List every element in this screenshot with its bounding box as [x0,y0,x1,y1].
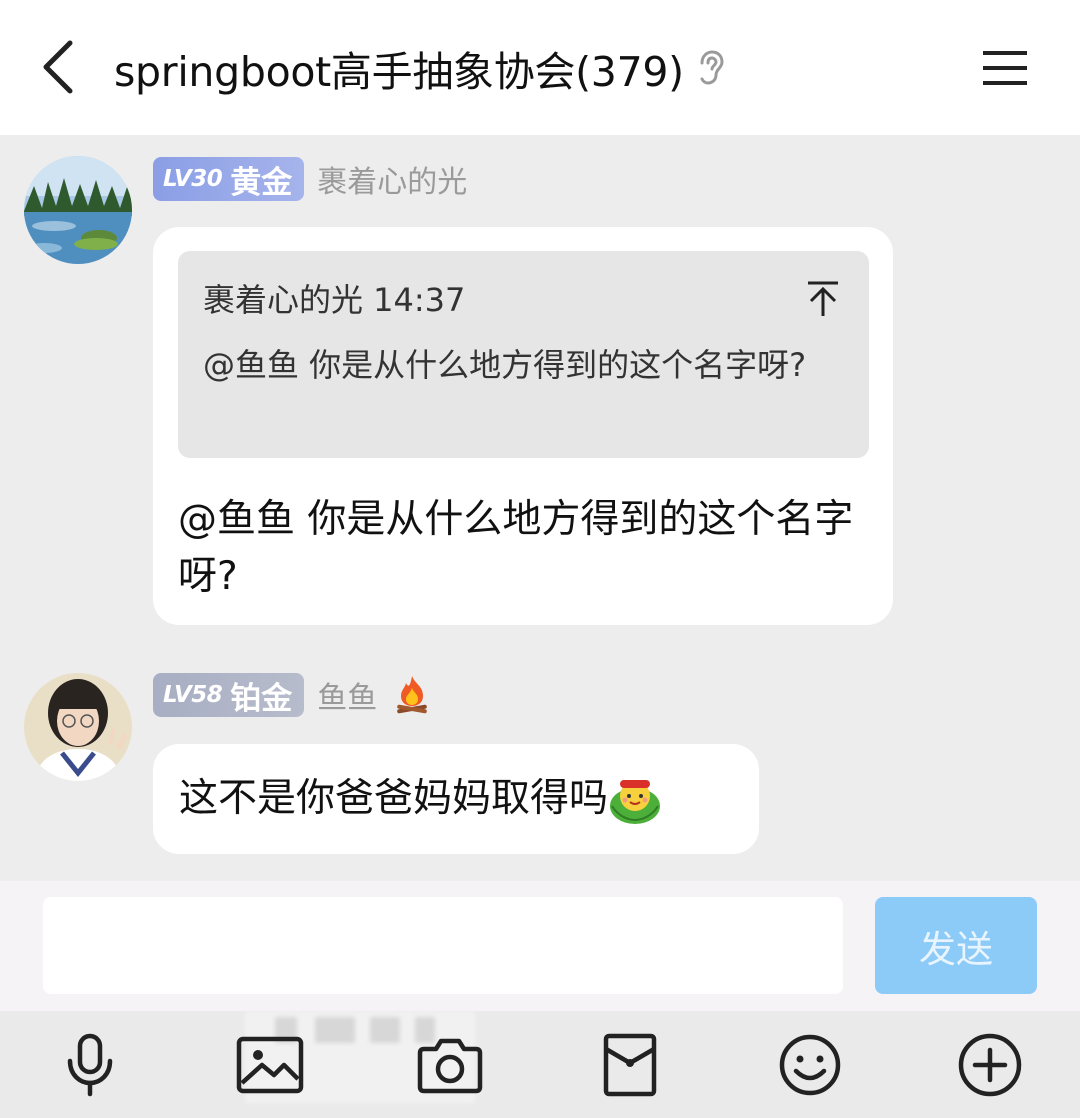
chevron-left-icon [43,40,73,94]
avatar[interactable] [24,673,132,781]
image-icon [236,1036,304,1094]
level-badge: LV30 黄金 [153,157,305,201]
page-title: springboot高手抽象协会(379) [114,48,684,96]
smiley-icon [779,1034,841,1096]
message-bubble[interactable]: 裹着心的光 14:37 @鱼鱼 你是从什么地方得到的这个名字呀? @鱼鱼 你是从… [153,227,893,625]
avatar[interactable] [24,156,132,264]
back-button[interactable] [28,32,88,102]
level-text: LV30 [163,166,223,192]
red-packet-icon [603,1033,657,1097]
send-button[interactable]: 发送 [875,897,1037,994]
message-bubble[interactable]: 这不是你爸爸妈妈取得吗 [153,744,759,854]
camera-button[interactable] [412,1029,488,1101]
rank-text: 铂金 [230,680,293,717]
arrow-to-top-icon[interactable] [803,277,843,321]
sender-nickname[interactable]: 裹着心的光 [317,157,467,201]
level-text: LV58 [163,682,223,708]
sender-nickname[interactable]: 鱼鱼 [317,673,377,717]
message-content: 这不是你爸爸妈妈取得吗 [179,770,662,827]
image-button[interactable] [232,1029,308,1101]
sender-meta: LV30 黄金 裹着心的光 [153,157,467,201]
microphone-icon [67,1033,113,1097]
message-text: @鱼鱼 你是从什么地方得到的这个名字呀? [178,497,854,599]
ear-icon [696,49,726,87]
plus-circle-icon [958,1033,1022,1097]
menu-button[interactable] [972,38,1038,98]
quote-text: @鱼鱼 你是从什么地方得到的这个名字呀? [203,346,807,384]
message-text: 这不是你爸爸妈妈取得吗 [179,776,609,821]
emoji-button[interactable] [772,1029,848,1101]
more-button[interactable] [952,1029,1028,1101]
quoted-message[interactable]: 裹着心的光 14:37 @鱼鱼 你是从什么地方得到的这个名字呀? [178,251,869,458]
camera-icon [417,1038,483,1094]
microphone-button[interactable] [52,1029,128,1101]
rank-text: 黄金 [230,164,293,201]
chat-header: springboot高手抽象协会(379) [0,0,1080,135]
sender-meta: LV58 铂金 鱼鱼 [153,673,431,717]
hamburger-menu-icon [983,51,1027,85]
title-wrap: springboot高手抽象协会(379) [114,36,726,100]
quote-header: 裹着心的光 14:37 [203,281,466,319]
swaddled-baby-emoji [608,772,662,826]
level-badge: LV58 铂金 [153,673,305,717]
input-toolbar [0,1011,1080,1118]
fire-icon [393,674,431,716]
input-bar: 发送 [0,881,1080,1011]
message-input[interactable] [43,897,843,994]
red-packet-button[interactable] [592,1029,668,1101]
